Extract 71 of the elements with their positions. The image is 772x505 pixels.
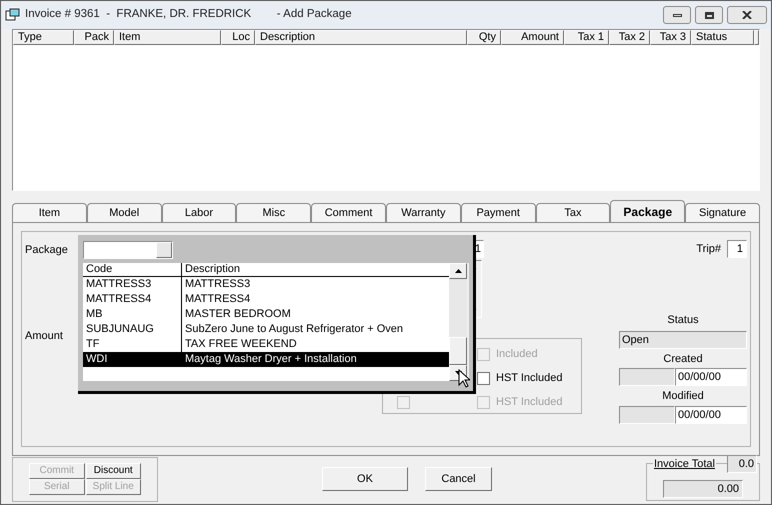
- column-header[interactable]: Pack: [74, 30, 114, 45]
- tab[interactable]: Tax: [536, 203, 610, 222]
- dialog-button[interactable]: OK: [322, 467, 408, 491]
- tab[interactable]: Model: [86, 203, 162, 222]
- code-cell: MB: [83, 307, 182, 322]
- modified-label: Modified: [662, 389, 704, 404]
- list-column-header[interactable]: Description: [182, 263, 449, 276]
- modified-date-field[interactable]: 00/00/00: [675, 406, 747, 424]
- package-list-row[interactable]: MATTRESS3 MATTRESS3: [83, 277, 449, 292]
- package-list-row[interactable]: MB MASTER BEDROOM: [83, 307, 449, 322]
- description-cell-text: MATTRESS4: [184, 292, 252, 307]
- column-header[interactable]: Amount: [501, 30, 564, 45]
- column-header[interactable]: Tax 1: [564, 30, 609, 45]
- description-cell-text: MATTRESS3: [184, 277, 252, 292]
- package-list-row[interactable]: MATTRESS4 MATTRESS4: [83, 292, 449, 307]
- column-header[interactable]: Qty: [467, 30, 501, 45]
- description-cell-text: MASTER BEDROOM: [184, 307, 292, 322]
- status-field: Open: [619, 330, 747, 348]
- description-cell-text: TAX FREE WEEKEND: [184, 337, 298, 352]
- tab[interactable]: Comment: [311, 203, 386, 222]
- code-cell: MATTRESS3: [83, 277, 182, 292]
- tab[interactable]: Signature: [685, 203, 760, 222]
- trip-field[interactable]: 1: [727, 240, 747, 258]
- tab[interactable]: Warranty: [386, 203, 461, 222]
- close-button[interactable]: [727, 6, 767, 24]
- status-label: Status: [667, 313, 699, 328]
- description-cell-text: SubZero June to August Refrigerator + Oven: [184, 322, 404, 337]
- invoice-total-field: 0.00: [663, 480, 743, 498]
- package-label: Package: [25, 242, 68, 258]
- checkbox[interactable]: [477, 372, 490, 384]
- tab[interactable]: Payment: [460, 203, 536, 222]
- column-header[interactable]: Tax 3: [650, 30, 691, 45]
- checkbox-label: HST Included: [496, 370, 562, 386]
- close-icon: [742, 11, 752, 19]
- tab[interactable]: Item: [12, 203, 87, 222]
- code-cell: MATTRESS4: [83, 292, 182, 307]
- package-list-row[interactable]: SUBJUNAUG SubZero June to August Refrigerator + Oven: [83, 322, 449, 337]
- modified-time-field: [619, 406, 675, 424]
- scroll-up-icon: [454, 269, 462, 273]
- app-icon: [5, 8, 21, 22]
- trip-label: Trip#: [696, 242, 721, 257]
- column-header[interactable]: Tax 2: [609, 30, 650, 45]
- mouse-pointer-icon: [458, 369, 470, 388]
- package-list-row[interactable]: WDI Maytag Washer Dryer + Installation: [83, 352, 449, 367]
- item-count-field: 0.0: [727, 455, 757, 473]
- minimize-button[interactable]: [663, 6, 691, 24]
- list-scrollbar[interactable]: [449, 263, 467, 381]
- column-header[interactable]: Description: [255, 30, 467, 45]
- tab[interactable]: Labor: [162, 203, 236, 222]
- dialog-button[interactable]: Cancel: [425, 467, 492, 491]
- checkbox-label: Included: [496, 346, 538, 362]
- code-cell: WDI: [83, 352, 182, 367]
- restore-button[interactable]: [695, 6, 723, 24]
- description-cell-text: Maytag Washer Dryer + Installation: [184, 352, 358, 367]
- list-column-header[interactable]: Code: [83, 263, 182, 276]
- tab[interactable]: Misc: [236, 203, 312, 222]
- created-label: Created: [663, 352, 703, 366]
- amount-label: Amount: [25, 330, 63, 342]
- column-header[interactable]: Item: [114, 30, 221, 45]
- checkbox-label: HST Included: [496, 394, 562, 410]
- window-title: Invoice # 9361 - FRANKE, DR. FREDRICK - Add Package: [25, 7, 352, 22]
- side-button[interactable]: Discount: [86, 463, 141, 479]
- tab[interactable]: Package: [610, 200, 686, 222]
- column-header[interactable]: Type: [13, 30, 74, 45]
- column-header[interactable]: Loc: [221, 30, 255, 45]
- created-date-field[interactable]: 00/00/00: [675, 368, 747, 386]
- created-time-field: [619, 368, 675, 386]
- code-cell: SUBJUNAUG: [83, 322, 182, 337]
- scroll-thumb[interactable]: [449, 337, 467, 365]
- column-header[interactable]: Status: [691, 30, 754, 45]
- package-combo[interactable]: [83, 241, 173, 259]
